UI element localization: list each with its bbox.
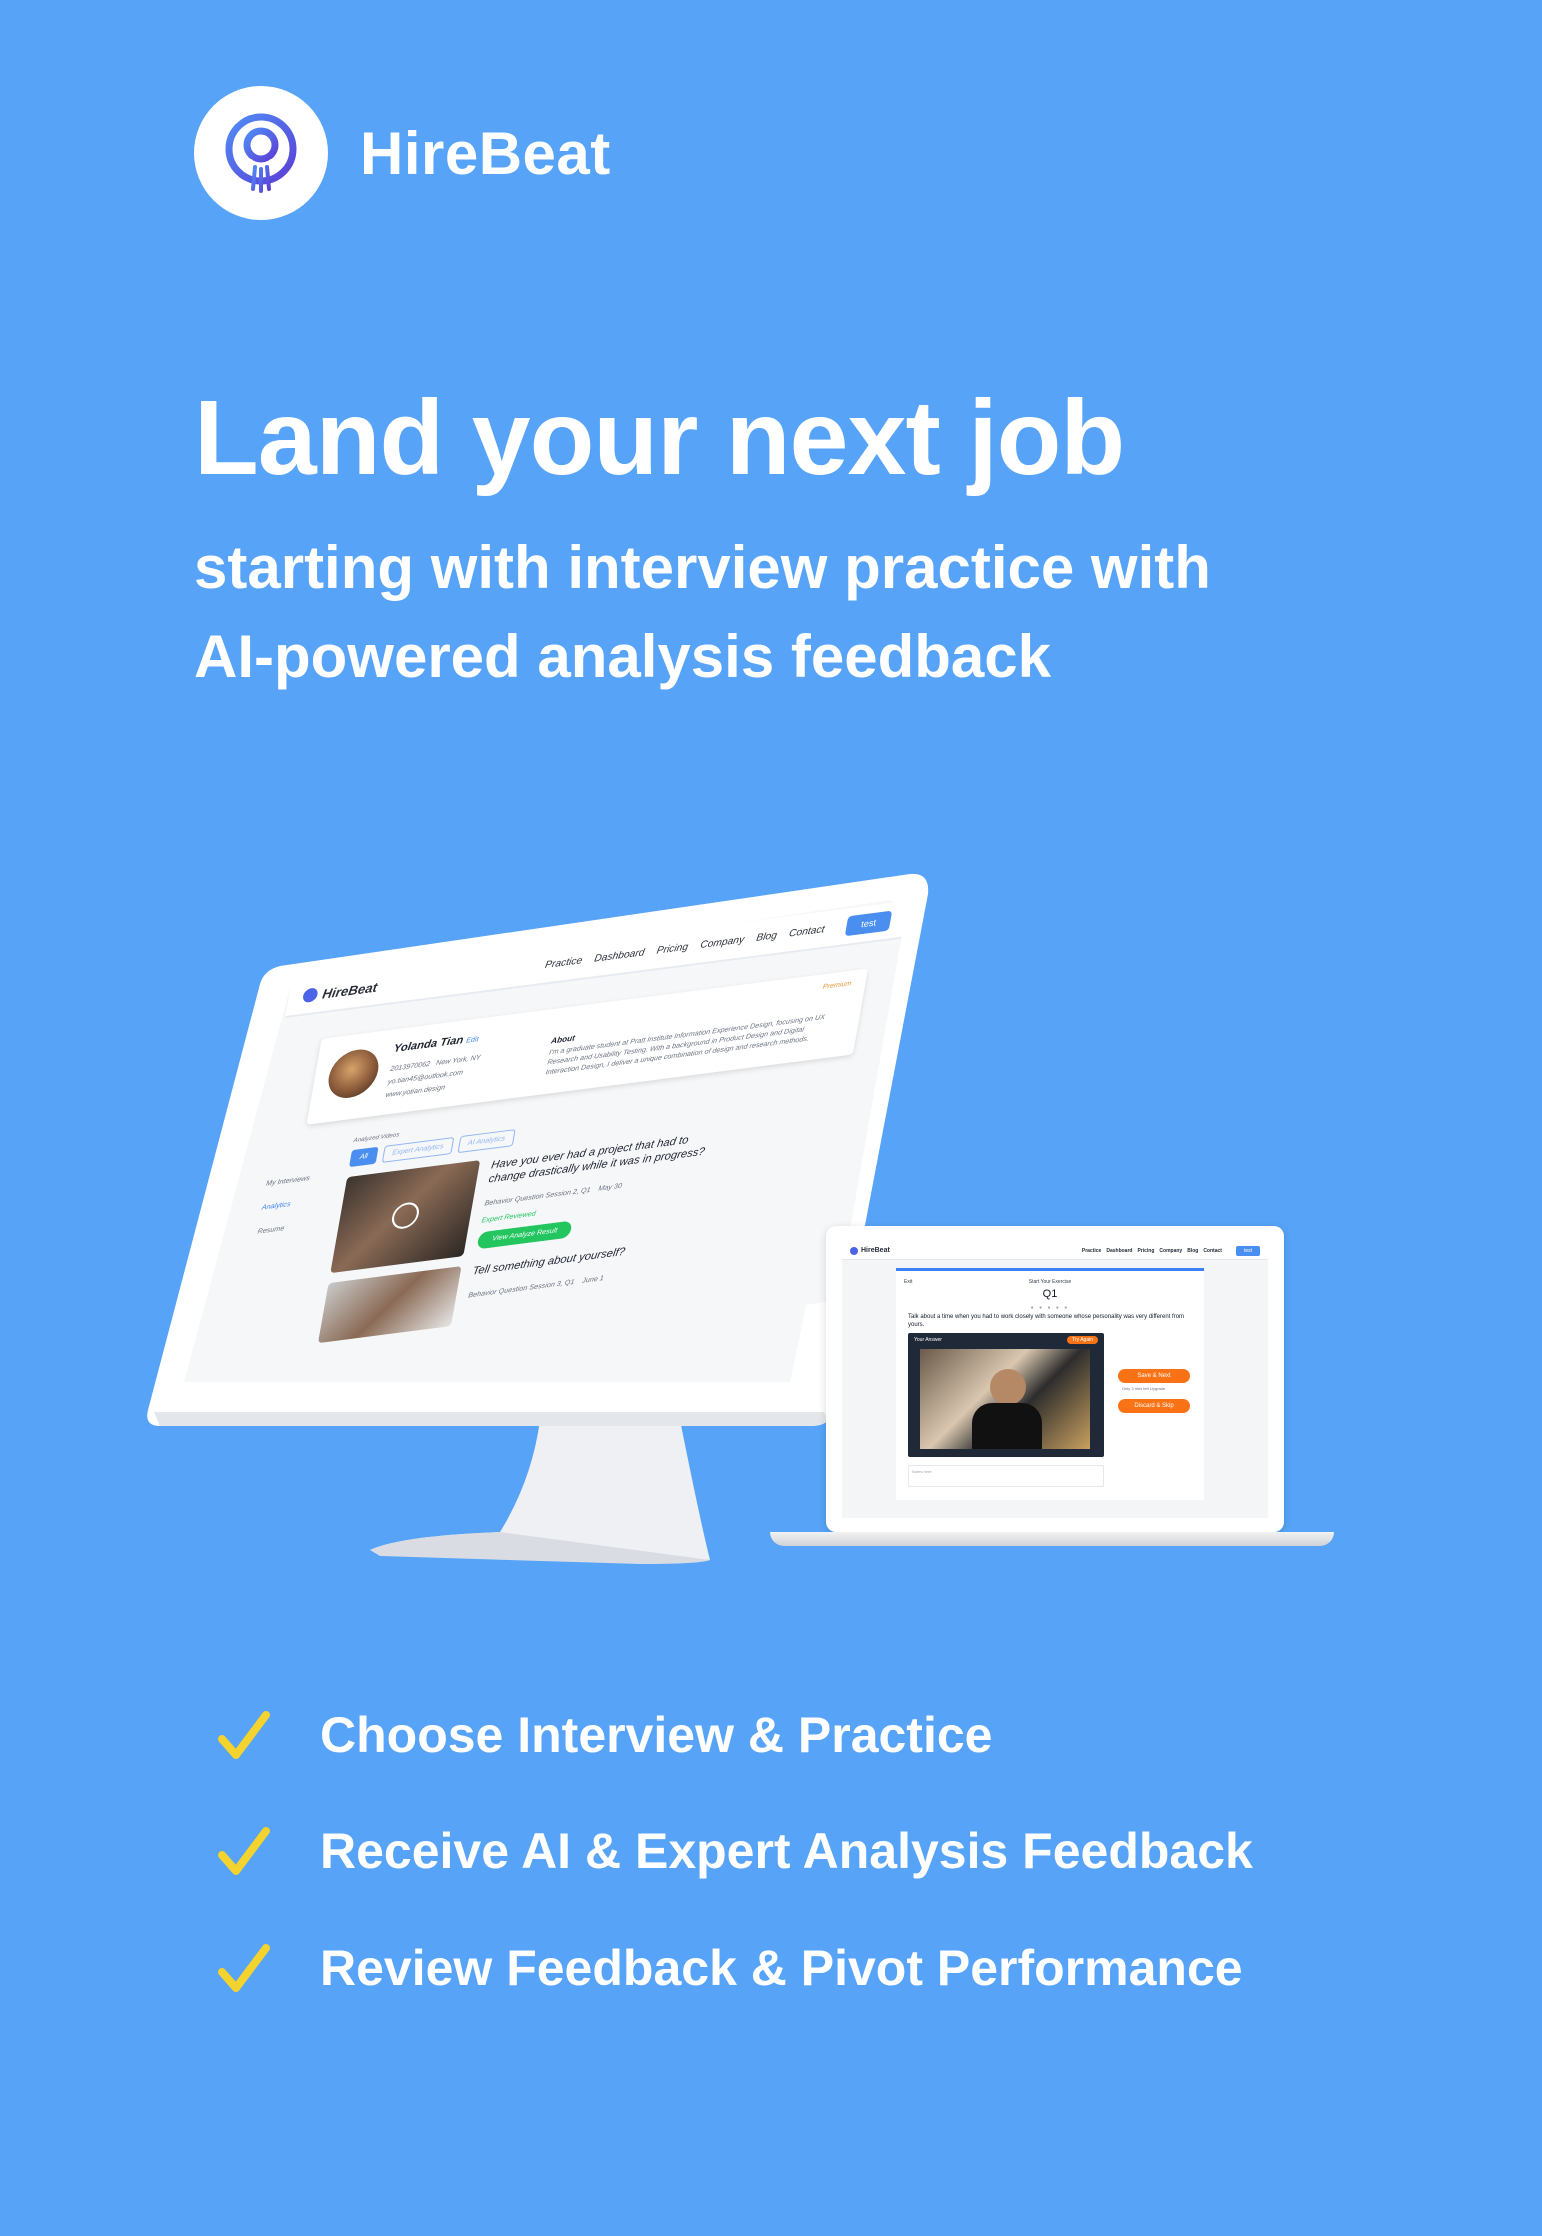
feature-item: Review Feedback & Pivot Performance	[218, 1939, 1243, 1997]
view-analyze-result-button[interactable]: View Analyze Result	[476, 1220, 574, 1250]
profile-meta: 2013970062 New York, NY yo.tian45@outloo…	[385, 1054, 482, 1099]
feature-text: Review Feedback & Pivot Performance	[320, 1940, 1243, 1996]
avatar	[324, 1046, 383, 1101]
save-next-button[interactable]: Save & Next	[1118, 1369, 1190, 1383]
user-button[interactable]: test	[845, 910, 893, 937]
nav-contact[interactable]: Contact	[1203, 1248, 1222, 1254]
hero-headline: Land your next job	[194, 379, 1125, 497]
exercise-title: Start Your Exercise	[1028, 1279, 1072, 1285]
laptop-screen: HireBeat Practice Dashboard Pricing Comp…	[842, 1242, 1268, 1518]
profile-name: Yolanda Tian Edit	[392, 1034, 480, 1055]
feature-item: Receive AI & Expert Analysis Feedback	[218, 1822, 1253, 1880]
question-prompt: Talk about a time when you had to work c…	[908, 1314, 1185, 1328]
tab-expert-analytics[interactable]: Expert Analytics	[381, 1137, 455, 1163]
checkmark-icon	[218, 1711, 270, 1759]
hirebeat-logo-icon	[194, 86, 328, 220]
video-thumbnail[interactable]	[330, 1160, 481, 1274]
notes-input[interactable]: Notes here	[908, 1465, 1104, 1487]
checkmark-icon	[218, 1827, 270, 1875]
video-thumbnail[interactable]	[317, 1266, 462, 1344]
nav-company[interactable]: Company	[699, 934, 745, 951]
laptop-logo[interactable]: HireBeat	[850, 1246, 890, 1255]
nav-dashboard[interactable]: Dashboard	[1106, 1248, 1132, 1254]
nav-practice[interactable]: Practice	[1082, 1248, 1101, 1254]
video-label: Your Answer	[914, 1337, 942, 1343]
nav-contact[interactable]: Contact	[788, 924, 825, 940]
logo-dot-icon	[301, 987, 319, 1004]
brand-logo: HireBeat	[194, 86, 611, 220]
person-body	[972, 1403, 1042, 1449]
try-again-button[interactable]: Try Again	[1067, 1336, 1098, 1344]
nav-company[interactable]: Company	[1159, 1248, 1182, 1254]
edit-link[interactable]: Edit	[466, 1036, 480, 1045]
laptop-mockup: HireBeat Practice Dashboard Pricing Comp…	[770, 1222, 1340, 1552]
desktop-logo[interactable]: HireBeat	[301, 979, 379, 1004]
brand-name: HireBeat	[360, 119, 611, 187]
nav-blog[interactable]: Blog	[755, 930, 777, 944]
laptop-navbar: HireBeat Practice Dashboard Pricing Comp…	[842, 1242, 1268, 1260]
hero-subline-1: starting with interview practice with	[194, 534, 1211, 601]
discard-skip-button[interactable]: Discard & Skip	[1118, 1399, 1190, 1413]
camera-feed	[920, 1349, 1090, 1449]
about-text: I'm a graduate student at Pratt Institut…	[544, 1013, 826, 1077]
nav-blog[interactable]: Blog	[1187, 1248, 1198, 1254]
nav-practice[interactable]: Practice	[544, 955, 583, 971]
exercise-card: Exit Start Your Exercise Q1 ● ● ● ● ● Ta…	[896, 1268, 1204, 1500]
nav-pricing[interactable]: Pricing	[1137, 1248, 1154, 1254]
user-button[interactable]: test	[1235, 1245, 1260, 1256]
tab-ai-analytics[interactable]: AI Analytics	[457, 1129, 516, 1154]
tries-left-text: Only 3 tries left Upgrade	[1122, 1386, 1166, 1391]
answer-video: Your Answer Try Again	[908, 1333, 1104, 1457]
play-icon[interactable]	[389, 1200, 422, 1231]
logo-dot-icon	[850, 1246, 858, 1255]
progress-dots: ● ● ● ● ●	[1030, 1305, 1070, 1311]
about-heading: About	[550, 1033, 576, 1046]
feature-item: Choose Interview & Practice	[218, 1706, 992, 1764]
nav-pricing[interactable]: Pricing	[656, 941, 689, 956]
person-head	[990, 1369, 1026, 1405]
checkmark-icon	[218, 1944, 270, 1992]
laptop-base	[770, 1532, 1334, 1546]
nav-dashboard[interactable]: Dashboard	[593, 947, 645, 964]
feature-text: Receive AI & Expert Analysis Feedback	[320, 1823, 1253, 1879]
feature-text: Choose Interview & Practice	[320, 1707, 993, 1763]
review-status: Expert Reviewed	[480, 1210, 537, 1225]
hero-subline-2: AI-powered analysis feedback	[194, 623, 1051, 690]
question-number: Q1	[1042, 1288, 1058, 1300]
tab-all[interactable]: All	[349, 1146, 379, 1168]
premium-badge: Premium	[822, 980, 852, 991]
